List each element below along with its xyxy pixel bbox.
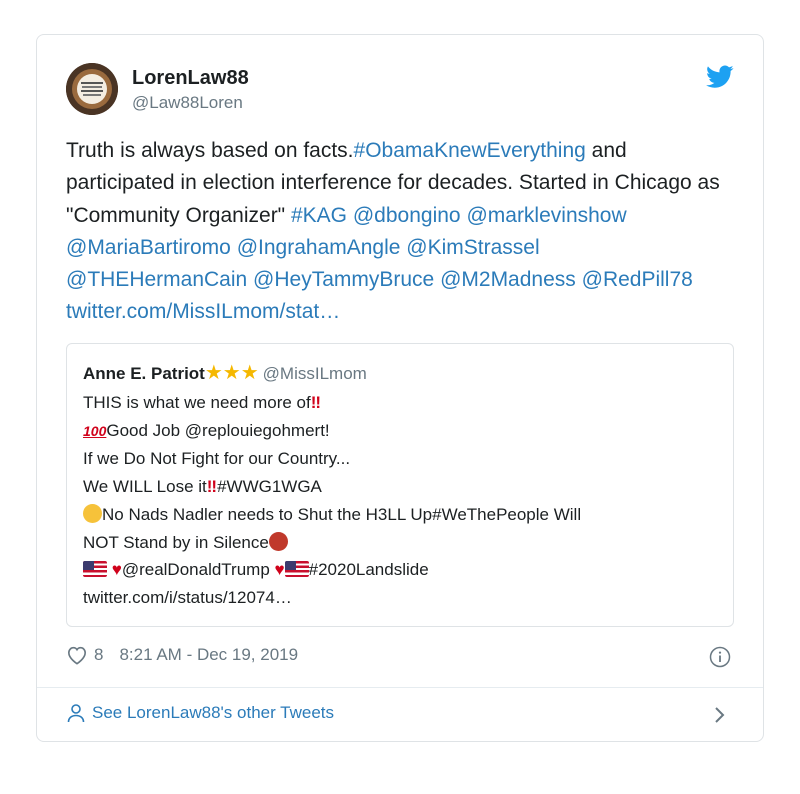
quote-text: We WILL Lose it [83, 477, 207, 497]
double-exclamation-icon: ‼ [310, 393, 321, 412]
hashtag-link[interactable]: #KAG [291, 204, 347, 227]
quote-text: #WWG1WGA [217, 477, 322, 497]
tweet-text: Truth is always based on facts.#ObamaKne… [66, 135, 726, 329]
quoted-tweet-header: Anne E. Patriot★★★ @MissILmom [83, 360, 367, 385]
double-exclamation-icon: ‼ [206, 477, 218, 497]
quote-line: If we Do Not Fight for our Country... [83, 449, 351, 469]
mention-link[interactable]: @RedPill78 [582, 268, 693, 291]
quote-line: THIS is what we need more of‼ [83, 389, 723, 417]
twitter-bird-icon[interactable] [706, 65, 734, 89]
info-icon[interactable] [709, 646, 731, 668]
quote-line: No Nads Nadler needs to Shut the H3LL Up… [83, 501, 723, 529]
mention-link[interactable]: @marklevinshow [466, 204, 626, 227]
quote-text: Good Job @replouiegohmert! [106, 420, 330, 440]
author-name[interactable]: LorenLaw88 [132, 67, 249, 90]
quoted-tweet-url-link[interactable]: twitter.com/MissILmom/stat… [66, 300, 340, 323]
tweet-footer: 8 8:21 AM - Dec 19, 2019 [66, 645, 298, 665]
quote-text: THIS is what we need more of [83, 393, 311, 412]
mention-link[interactable]: @THEHermanCain [66, 268, 247, 291]
quote-text: #2020Landslide [308, 560, 429, 580]
quoted-author-name: Anne E. Patriot [83, 364, 205, 383]
embedded-tweet-card: LorenLaw88 @Law88Loren Truth is always b… [36, 34, 764, 742]
mention-link[interactable]: @HeyTammyBruce [253, 268, 434, 291]
star-emoji-icons: ★★★ [204, 362, 259, 384]
heart-outline-icon[interactable] [66, 645, 88, 665]
quote-line: 100Good Job @replouiegohmert! [83, 417, 723, 446]
mention-link[interactable]: @MariaBartiromo [66, 236, 231, 259]
person-icon [67, 704, 85, 723]
quote-text: NOT Stand by in Silence [83, 532, 269, 552]
hundred-points-icon: 100 [83, 422, 107, 439]
zipper-mouth-face-icon [83, 503, 102, 523]
quoted-tweet-body: THIS is what we need more of‼ 100Good Jo… [83, 389, 723, 612]
us-flag-icon [284, 561, 309, 578]
quote-text: @realDonaldTrump [121, 560, 270, 580]
red-heart-icon: ♥ [111, 560, 122, 580]
mention-link[interactable]: @KimStrassel [406, 236, 539, 259]
us-flag-icon [83, 561, 107, 578]
see-other-tweets-link[interactable]: See LorenLaw88's other Tweets [66, 703, 334, 723]
profile-avatar[interactable] [66, 63, 118, 115]
hashtag-link[interactable]: #ObamaKnewEverything [354, 139, 586, 162]
mention-link[interactable]: @dbongino [353, 204, 461, 227]
quote-line: ♥@realDonaldTrump ♥ #2020Landslide [83, 556, 723, 584]
quote-text: No Nads Nadler needs to Shut the H3LL Up… [102, 504, 582, 524]
quote-line: twitter.com/i/status/12074… [83, 587, 292, 607]
angry-face-icon [268, 531, 288, 551]
quoted-tweet[interactable]: Anne E. Patriot★★★ @MissILmom THIS is wha… [66, 343, 734, 627]
like-count[interactable]: 8 [94, 645, 103, 665]
see-other-tweets-label[interactable]: See LorenLaw88's other Tweets [92, 703, 334, 723]
author-handle[interactable]: @Law88Loren [132, 93, 243, 113]
chevron-right-icon[interactable] [713, 705, 727, 725]
quote-line: We WILL Lose it‼#WWG1WGA [83, 473, 723, 501]
mention-link[interactable]: @IngrahamAngle [237, 236, 401, 259]
quote-line: NOT Stand by in Silence [83, 529, 723, 557]
quoted-author-handle: @MissILmom [262, 364, 367, 383]
mention-link[interactable]: @M2Madness [440, 268, 576, 291]
tweet-text-segment: Truth is always based on facts. [66, 139, 354, 162]
divider [37, 687, 763, 688]
red-heart-icon: ♥ [274, 560, 285, 580]
tweet-timestamp[interactable]: 8:21 AM - Dec 19, 2019 [119, 645, 298, 665]
